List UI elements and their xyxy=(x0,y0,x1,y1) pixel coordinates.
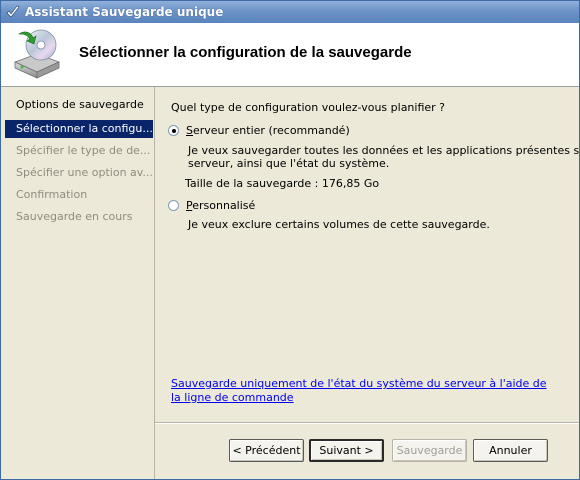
step-specify-type: Spécifier le type de de... xyxy=(16,144,151,157)
window-title: Assistant Sauvegarde unique xyxy=(25,5,224,19)
full-server-label[interactable]: Serveur entier (recommandé) xyxy=(186,124,350,137)
step-backup-progress: Sauvegarde en cours xyxy=(16,210,133,223)
wizard-content: Quel type de configuration voulez-vous p… xyxy=(155,87,580,479)
next-button[interactable]: Suivant > xyxy=(309,439,384,462)
previous-button[interactable]: < Précédent xyxy=(229,439,304,462)
wizard-window: Assistant Sauvegarde unique Sélectionner… xyxy=(0,0,580,480)
backup-disk-icon xyxy=(13,29,61,79)
full-server-description: Je veux sauvegarder toutes les données e… xyxy=(188,144,580,170)
custom-label[interactable]: Personnalisé xyxy=(186,199,255,212)
title-bar[interactable]: Assistant Sauvegarde unique xyxy=(1,1,579,23)
step-confirmation: Confirmation xyxy=(16,188,88,201)
step-specify-option: Spécifier une option av... xyxy=(16,166,153,179)
step-select-configuration[interactable]: Sélectionner la configu... xyxy=(5,120,153,138)
app-icon xyxy=(6,5,20,18)
system-state-command-line-link[interactable]: Sauvegarde uniquement de l'état du systè… xyxy=(171,377,555,405)
wizard-steps-sidebar: Options de sauvegarde Sélectionner la co… xyxy=(1,87,155,479)
backup-size: Taille de la sauvegarde : 176,85 Go xyxy=(185,177,380,190)
configuration-question: Quel type de configuration voulez-vous p… xyxy=(171,101,446,114)
sidebar-heading: Options de sauvegarde xyxy=(16,98,144,111)
custom-radio[interactable] xyxy=(168,200,179,211)
footer-divider xyxy=(155,422,579,424)
cancel-button[interactable]: Annuler xyxy=(473,439,548,462)
full-server-radio[interactable] xyxy=(168,125,179,136)
wizard-header: Sélectionner la configuration de la sauv… xyxy=(1,23,579,87)
custom-description: Je veux exclure certains volumes de cett… xyxy=(188,218,490,231)
backup-button: Sauvegarde xyxy=(392,439,467,462)
page-title: Sélectionner la configuration de la sauv… xyxy=(79,44,412,61)
